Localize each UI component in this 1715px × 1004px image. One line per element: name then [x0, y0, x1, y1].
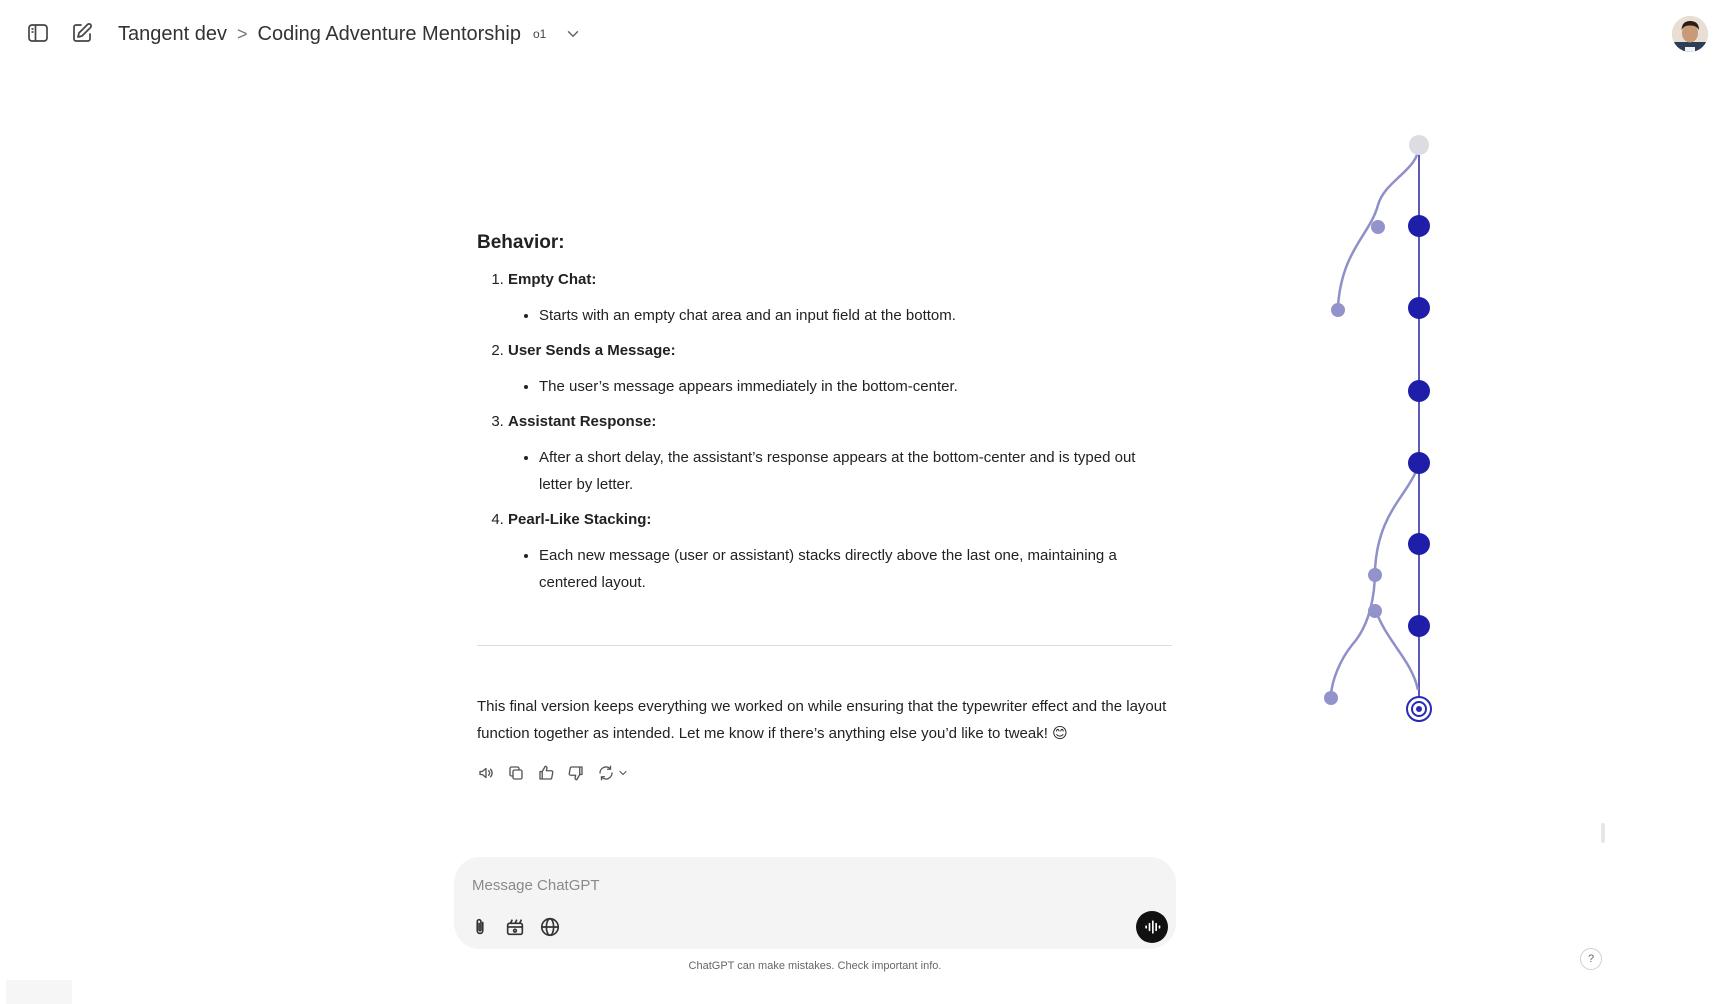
edit-icon	[73, 23, 92, 42]
list-item: Assistant Response: After a short delay,…	[508, 410, 1172, 498]
thumbs-down-button[interactable]	[567, 764, 585, 782]
model-badge: o1	[533, 27, 547, 41]
tree-node[interactable]	[1408, 297, 1430, 319]
voice-waveform-icon	[1145, 920, 1161, 934]
read-aloud-button[interactable]	[477, 764, 495, 782]
sidebar-icon	[28, 24, 48, 42]
thumbs-down-icon	[568, 766, 583, 781]
chevron-down-icon	[619, 770, 627, 776]
chat-page: Tangent dev > Coding Adventure Mentorshi…	[0, 0, 1715, 1004]
item-title: Pearl-Like Stacking:	[508, 511, 652, 528]
attach-button[interactable]	[468, 915, 492, 939]
breadcrumb-separator: >	[236, 23, 248, 44]
assistant-message: Behavior: Empty Chat: Starts with an emp…	[477, 232, 1172, 606]
copy-button[interactable]	[507, 764, 525, 782]
chevron-down-icon[interactable]	[564, 25, 582, 43]
item-bullet: The user’s message appears immediately i…	[539, 373, 1172, 400]
tree-root-node[interactable]	[1409, 135, 1429, 155]
tree-node[interactable]	[1408, 615, 1430, 637]
copy-icon	[509, 766, 523, 780]
message-composer	[454, 857, 1176, 949]
conversation-title[interactable]: Coding Adventure Mentorship	[258, 23, 522, 46]
workspace-name[interactable]: Tangent dev	[118, 23, 227, 46]
help-button[interactable]: ?	[1580, 948, 1602, 970]
corner-panel	[6, 980, 72, 1004]
item-title: Empty Chat:	[508, 271, 597, 288]
closing-text: This final version keeps everything we w…	[477, 698, 1167, 742]
section-title: Behavior:	[477, 232, 565, 253]
divider	[477, 645, 1172, 646]
toggle-sidebar-button[interactable]	[20, 15, 56, 51]
scroll-indicator	[1601, 823, 1605, 843]
breadcrumb: Tangent dev > Coding Adventure Mentorshi…	[118, 20, 582, 48]
message-input[interactable]	[470, 872, 1074, 898]
paperclip-icon	[476, 918, 484, 935]
tree-branch-node[interactable]	[1324, 691, 1338, 705]
item-bullet: Starts with an empty chat area and an in…	[539, 302, 1172, 329]
globe-icon	[540, 917, 560, 937]
tree-node[interactable]	[1408, 380, 1430, 402]
item-title: User Sends a Message:	[508, 342, 676, 359]
regenerate-icon	[599, 765, 613, 781]
item-bullet: After a short delay, the assistant’s res…	[539, 444, 1172, 498]
tools-icon	[506, 919, 524, 936]
new-chat-button[interactable]	[64, 15, 100, 51]
disclaimer: ChatGPT can make mistakes. Check importa…	[688, 960, 942, 972]
item-bullet: Each new message (user or assistant) sta…	[539, 542, 1172, 596]
item-title: Assistant Response:	[508, 413, 657, 430]
tree-current-node[interactable]	[1406, 696, 1432, 722]
conversation-tree	[1324, 135, 1432, 722]
list-item: Empty Chat: Starts with an empty chat ar…	[508, 268, 1172, 329]
tree-branch-node[interactable]	[1331, 303, 1345, 317]
tools-button[interactable]	[503, 915, 527, 939]
voice-mode-button[interactable]	[1136, 911, 1168, 943]
thumbs-up-button[interactable]	[537, 764, 555, 782]
tree-branch-node[interactable]	[1371, 220, 1385, 234]
behavior-list: Empty Chat: Starts with an empty chat ar…	[477, 268, 1172, 596]
avatar[interactable]	[1672, 16, 1708, 52]
tree-node[interactable]	[1408, 215, 1430, 237]
list-item: User Sends a Message: The user’s message…	[508, 339, 1172, 400]
tree-branch-node[interactable]	[1368, 604, 1382, 618]
message-actions	[477, 761, 629, 785]
tree-node[interactable]	[1408, 452, 1430, 474]
tree-branch-node[interactable]	[1368, 568, 1382, 582]
web-search-button[interactable]	[538, 915, 562, 939]
thumbs-up-icon	[539, 765, 554, 780]
read-aloud-icon	[479, 767, 493, 779]
tree-node[interactable]	[1408, 533, 1430, 555]
user-avatar-icon	[1672, 16, 1708, 52]
regenerate-button[interactable]	[597, 764, 629, 782]
list-item: Pearl-Like Stacking: Each new message (u…	[508, 508, 1172, 596]
